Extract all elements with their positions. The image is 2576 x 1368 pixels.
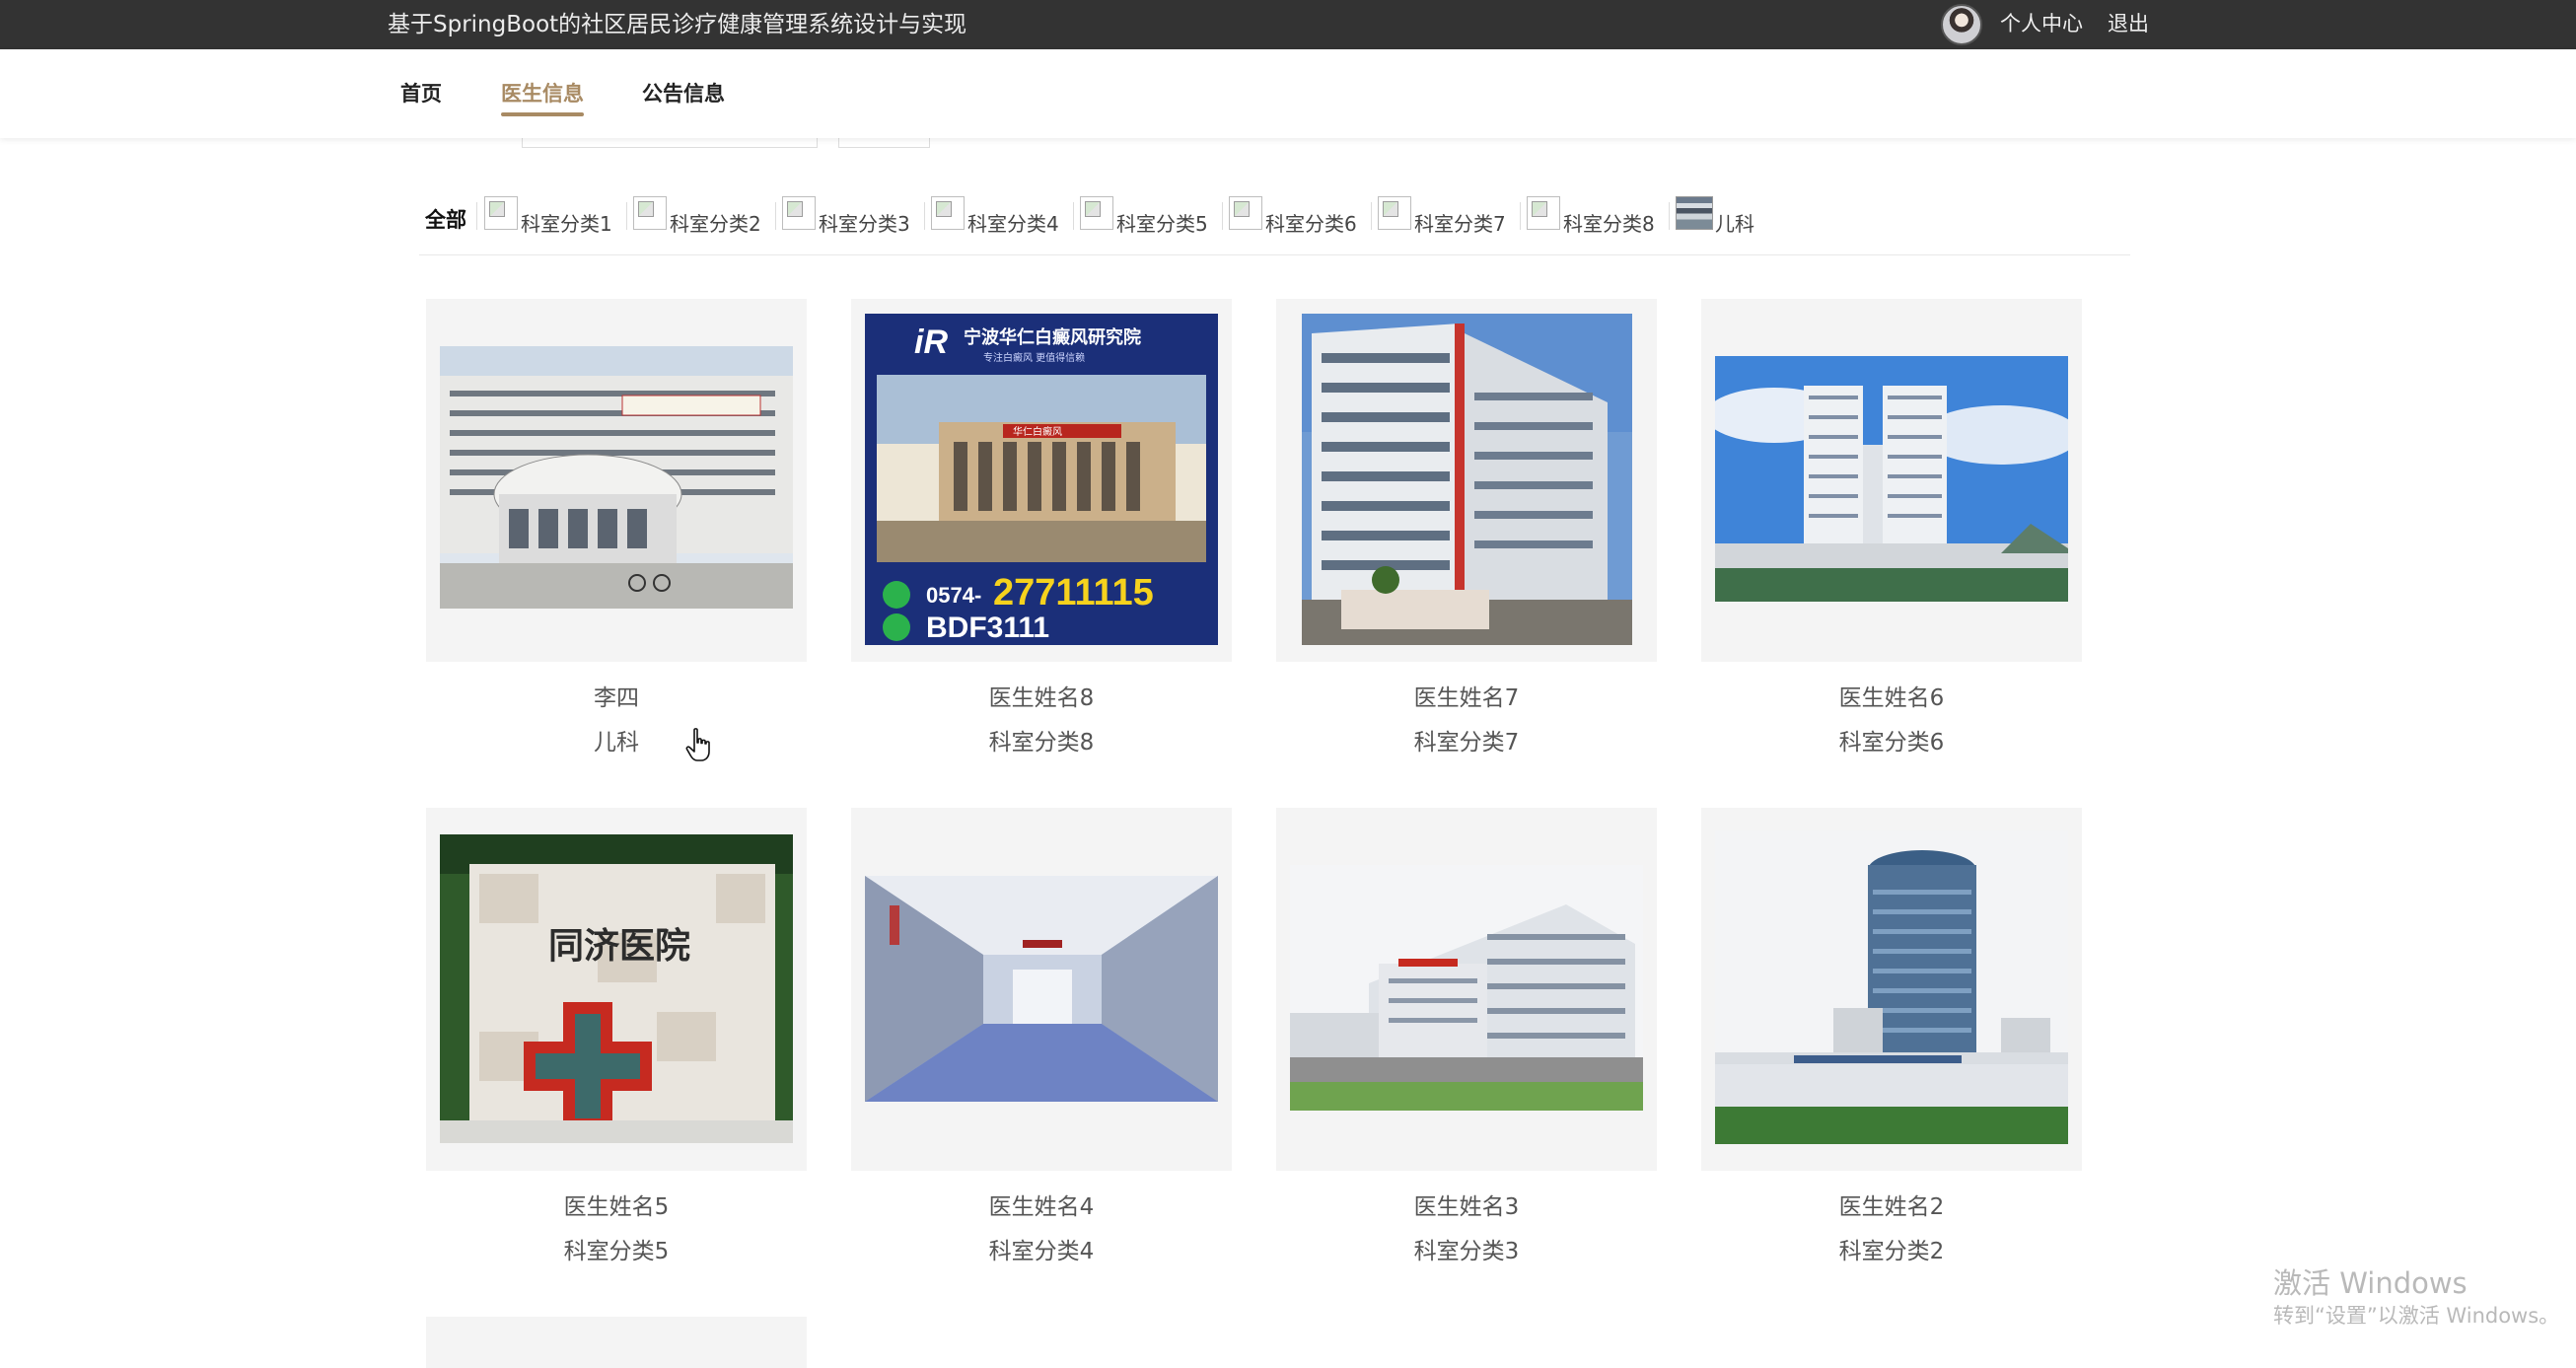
doctor-name: 医生姓名3 — [1413, 1194, 1520, 1220]
category-label: 儿科 — [1715, 212, 1754, 236]
doctor-card[interactable]: 同济医院 医生姓名5 科室分类5 — [426, 808, 807, 1301]
hospital-building-photo — [1715, 356, 2068, 602]
doctor-photo-frame: 同济医院 — [426, 808, 807, 1171]
broken-image-icon — [1527, 196, 1560, 230]
windows-activation-hint: 转到“设置”以激活 Windows。 — [2273, 1304, 2560, 1328]
user-center-link[interactable]: 个人中心 — [2000, 0, 2083, 49]
category-label: 科室分类1 — [521, 212, 612, 236]
doctor-name: 医生姓名2 — [1838, 1194, 1945, 1220]
doctor-card[interactable] — [426, 1317, 807, 1368]
doctor-photo-frame — [1276, 299, 1657, 662]
broken-image-icon — [782, 196, 816, 230]
poster-title: 宁波华仁白癜风研究院 — [964, 326, 1141, 348]
svg-text:iR: iR — [914, 324, 948, 361]
user-avatar[interactable] — [1941, 4, 1982, 45]
doctor-photo-frame — [1276, 808, 1657, 1171]
category-divider — [1073, 202, 1074, 230]
hospital-building-photo — [1290, 865, 1643, 1111]
nav-active-indicator — [501, 112, 584, 116]
windows-activation-watermark: 激活 Windows — [2273, 1266, 2468, 1300]
hospital-building-photo — [440, 346, 793, 609]
hospital-advert-poster: iR 宁波华仁白癜风研究院 专注白癜风 更值得信赖 华仁白癜风 0574- 27… — [865, 314, 1218, 645]
nav-home[interactable]: 首页 — [400, 79, 442, 108]
category-label: 科室分类6 — [1265, 212, 1357, 236]
poster-subtitle: 专注白癜风 更值得信赖 — [983, 351, 1085, 364]
hospital-red-cross-photo: 同济医院 — [440, 834, 793, 1143]
logout-link[interactable]: 退出 — [2108, 0, 2149, 49]
doctor-name: 医生姓名6 — [1838, 685, 1945, 711]
category-divider — [1222, 202, 1223, 230]
category-divider — [775, 202, 776, 230]
category-label: 科室分类5 — [1116, 212, 1208, 236]
doctor-card[interactable]: 医生姓名2 科室分类2 — [1701, 808, 2082, 1301]
doctor-name: 医生姓名7 — [1413, 685, 1520, 711]
doctor-photo-frame — [1701, 299, 2082, 662]
broken-image-icon — [1080, 196, 1113, 230]
doctor-card[interactable]: 医生姓名6 科室分类6 — [1701, 299, 2082, 792]
nav-announcements[interactable]: 公告信息 — [642, 79, 725, 108]
category-divider — [1669, 202, 1670, 230]
category-label: 科室分类4 — [967, 212, 1059, 236]
broken-image-icon — [1378, 196, 1411, 230]
doctor-department: 科室分类2 — [1838, 1239, 1945, 1264]
doctor-name: 医生姓名4 — [988, 1194, 1095, 1220]
category-divider — [924, 202, 925, 230]
doctor-card[interactable]: 李四 儿科 — [426, 299, 807, 792]
poster-wechat: BDF3111 — [926, 612, 1049, 644]
doctor-name: 医生姓名5 — [563, 1194, 670, 1220]
doctor-department: 科室分类5 — [563, 1239, 670, 1264]
doctor-department: 科室分类6 — [1838, 730, 1945, 756]
category-divider — [1371, 202, 1372, 230]
doctor-photo-frame — [426, 299, 807, 662]
doctor-department: 科室分类7 — [1413, 730, 1520, 756]
doctor-photo-frame — [426, 1317, 807, 1368]
doctor-card[interactable]: iR 宁波华仁白癜风研究院 专注白癜风 更值得信赖 华仁白癜风 0574- 27… — [851, 299, 1232, 792]
svg-text:同济医院: 同济医院 — [548, 925, 690, 967]
category-label: 科室分类2 — [670, 212, 761, 236]
category-divider — [476, 202, 477, 230]
category-filter: 全部 科室分类1 科室分类2 科室分类3 科室分类4 科室分类5 科室分类6 科… — [419, 192, 2130, 255]
category-divider — [1520, 202, 1521, 230]
doctor-department: 科室分类8 — [988, 730, 1095, 756]
doctor-photo-frame — [1701, 808, 2082, 1171]
hospital-tower-photo — [1715, 830, 2068, 1144]
doctor-photo-frame — [851, 808, 1232, 1171]
hand-pointer-icon — [685, 728, 710, 761]
doctor-department: 科室分类3 — [1413, 1239, 1520, 1264]
doctor-name: 医生姓名8 — [988, 685, 1095, 711]
category-label: 科室分类7 — [1414, 212, 1506, 236]
poster-sign: 华仁白癜风 — [1013, 425, 1062, 438]
doctor-photo-frame: iR 宁波华仁白癜风研究院 专注白癜风 更值得信赖 华仁白癜风 0574- 27… — [851, 299, 1232, 662]
doctor-department: 儿科 — [594, 730, 639, 756]
doctor-card[interactable]: 医生姓名3 科室分类3 — [1276, 808, 1657, 1301]
doctor-card[interactable]: 医生姓名4 科室分类4 — [851, 808, 1232, 1301]
category-all[interactable]: 全部 — [425, 204, 466, 234]
nav-doctor-info[interactable]: 医生信息 — [501, 79, 584, 108]
category-thumbnail-image — [1676, 196, 1713, 230]
category-label: 科室分类8 — [1563, 212, 1655, 236]
doctor-card[interactable]: 医生姓名7 科室分类7 — [1276, 299, 1657, 792]
category-label: 科室分类3 — [819, 212, 910, 236]
doctor-name: 李四 — [594, 685, 639, 711]
hospital-corridor-photo — [865, 876, 1218, 1102]
broken-image-icon — [1229, 196, 1262, 230]
broken-image-icon — [633, 196, 667, 230]
site-title: 基于SpringBoot的社区居民诊疗健康管理系统设计与实现 — [388, 12, 967, 37]
hospital-building-photo — [1302, 314, 1632, 645]
doctor-department: 科室分类4 — [988, 1239, 1095, 1264]
top-bar: 基于SpringBoot的社区居民诊疗健康管理系统设计与实现 个人中心 退出 — [0, 0, 2576, 49]
category-divider — [626, 202, 627, 230]
poster-phone: 27711115 — [993, 572, 1154, 613]
main-nav: 首页 医生信息 公告信息 — [0, 49, 2576, 138]
broken-image-icon — [484, 196, 518, 230]
broken-image-icon — [931, 196, 965, 230]
poster-phone-prefix: 0574- — [926, 583, 981, 608]
